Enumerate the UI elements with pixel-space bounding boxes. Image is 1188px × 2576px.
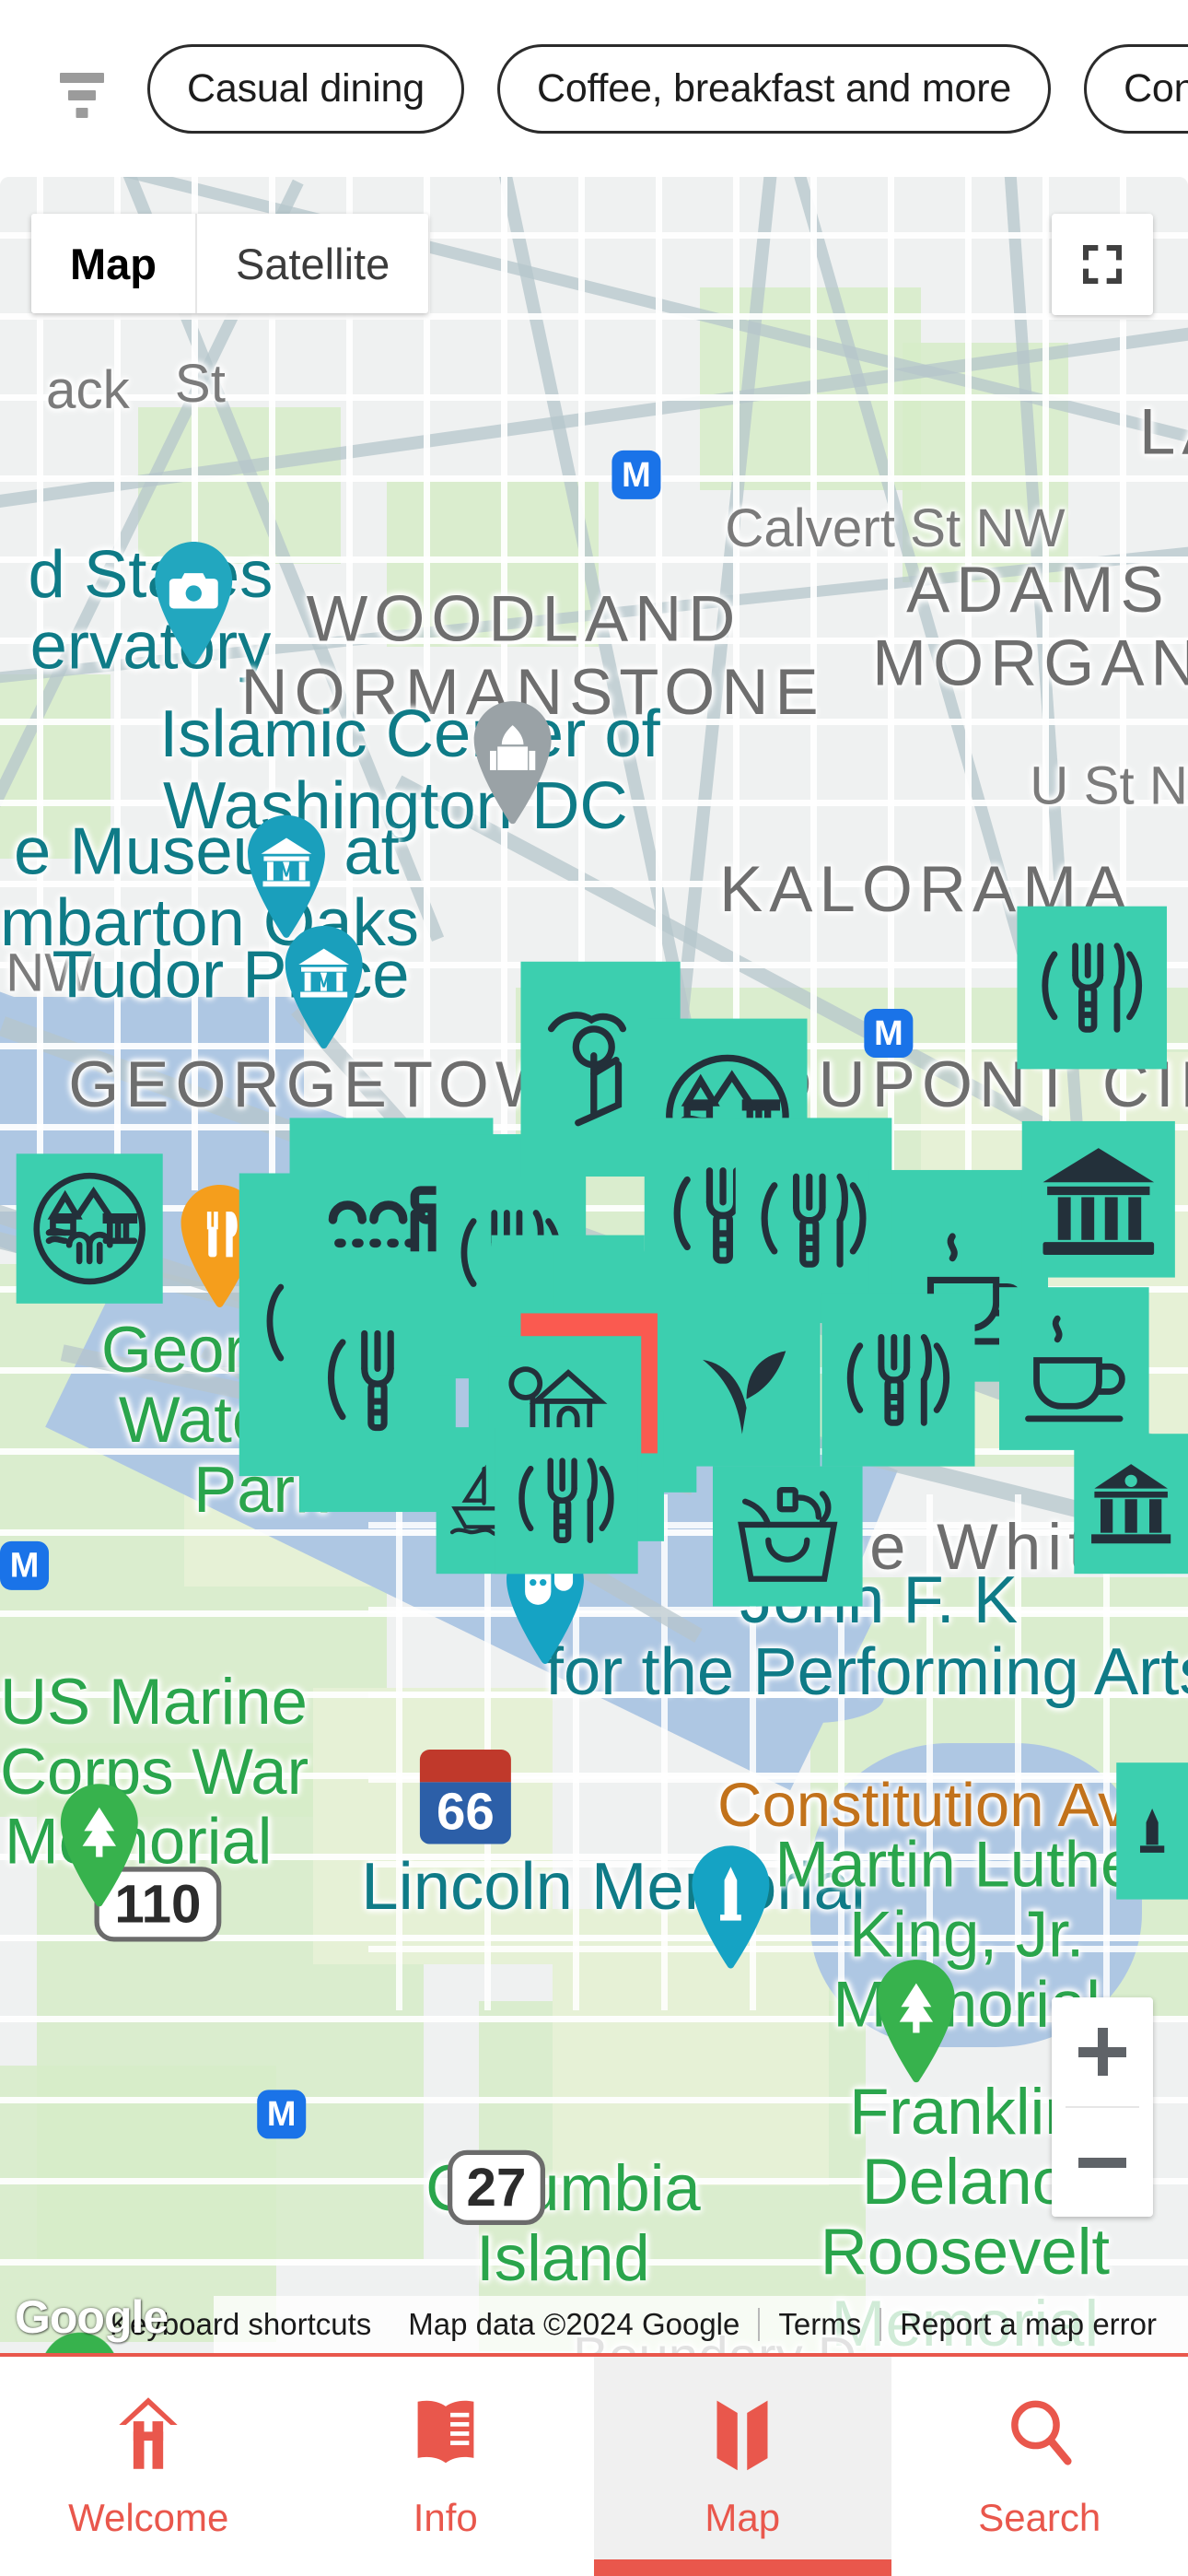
- terms-link[interactable]: Terms: [760, 2307, 879, 2342]
- poi-tile-coffee-cup[interactable]: [999, 1287, 1149, 1450]
- app-root: Casual dining Coffee, breakfast and more…: [0, 0, 1188, 2576]
- map-view[interactable]: LANIER HEIGHCalvert St NWADAMS MORGANU S…: [0, 177, 1188, 2353]
- filter-chip-label: Conv: [1124, 65, 1188, 111]
- search-icon: [1004, 2393, 1076, 2472]
- nav-label: Info: [413, 2496, 478, 2539]
- map-type-switcher[interactable]: Map Satellite: [31, 214, 429, 313]
- poi-tile-fork-knife[interactable]: [495, 1427, 638, 1575]
- poi-tile-fork-knife[interactable]: [821, 1294, 975, 1467]
- nav-item-map[interactable]: Map: [594, 2357, 891, 2576]
- nav-item-info[interactable]: Info: [297, 2357, 595, 2576]
- poi-tile-monument-icon2[interactable]: [1116, 1762, 1188, 1900]
- zoom-in-button[interactable]: [1052, 1997, 1153, 2106]
- zoom-controls[interactable]: [1052, 1997, 1153, 2217]
- grocery-basket-icon: [726, 1474, 849, 1598]
- filter-chip-coffee-breakfast[interactable]: Coffee, breakfast and more: [496, 43, 1052, 134]
- fork-knife-icon: [1025, 921, 1159, 1055]
- bottom-navigation: Welcome Info Map Search: [0, 2353, 1188, 2576]
- map-type-map[interactable]: Map: [31, 214, 195, 313]
- map-type-satellite[interactable]: Satellite: [197, 214, 428, 313]
- poi-tile-park-overview[interactable]: [16, 1153, 163, 1304]
- park-overview-icon: [25, 1164, 155, 1294]
- filter-lines-icon[interactable]: [53, 60, 111, 118]
- filter-bar: Casual dining Coffee, breakfast and more…: [0, 0, 1188, 177]
- map-attribution: Keyboard shortcuts Map data ©2024 Google…: [0, 2296, 1188, 2353]
- nav-label: Welcome: [68, 2496, 229, 2539]
- report-error-link[interactable]: Report a map error: [881, 2307, 1175, 2342]
- nav-label: Search: [978, 2496, 1101, 2539]
- fork-knife-icon: [830, 1312, 966, 1448]
- poi-tile-grocery-basket[interactable]: [713, 1466, 863, 1607]
- poi-tile-fork-knife[interactable]: [1017, 906, 1168, 1070]
- map-data-text: Map data ©2024 Google: [408, 2307, 740, 2341]
- filter-chip-label: Casual dining: [187, 65, 425, 111]
- poi-tile-plant-leaf[interactable]: [663, 1296, 821, 1467]
- filter-chip-convenience[interactable]: Conv: [1084, 43, 1188, 134]
- plant-leaf-icon: [672, 1312, 812, 1452]
- map-icon: [709, 2393, 775, 2472]
- google-watermark: Google: [15, 2291, 169, 2343]
- fork-knife-icon: [503, 1437, 630, 1564]
- nav-item-search[interactable]: Search: [891, 2357, 1188, 2576]
- coffee-cup-icon: [1007, 1302, 1141, 1435]
- filter-chip-casual-dining[interactable]: Casual dining: [147, 43, 464, 134]
- book-icon: [411, 2393, 481, 2472]
- home-icon: [112, 2393, 184, 2472]
- poi-tile-bank[interactable]: [1021, 1120, 1175, 1278]
- zoom-out-button[interactable]: [1052, 2108, 1153, 2217]
- monument-bank-icon: [1082, 1455, 1180, 1552]
- nav-item-welcome[interactable]: Welcome: [0, 2357, 297, 2576]
- filter-chip-label: Coffee, breakfast and more: [536, 65, 1012, 111]
- poi-tile-monument-bank[interactable]: [1074, 1434, 1188, 1575]
- nav-label: Map: [705, 2496, 781, 2539]
- fullscreen-button[interactable]: [1052, 214, 1153, 315]
- bank-icon: [1031, 1131, 1167, 1268]
- map-poi-tiles: [0, 177, 1188, 2353]
- fork-plate-icon: [308, 1312, 448, 1452]
- fullscreen-icon: [1083, 245, 1122, 284]
- poi-tile-fork-plate[interactable]: [299, 1251, 456, 1513]
- monument-icon2: [1124, 1803, 1180, 1858]
- fork-knife-icon: [744, 1151, 884, 1291]
